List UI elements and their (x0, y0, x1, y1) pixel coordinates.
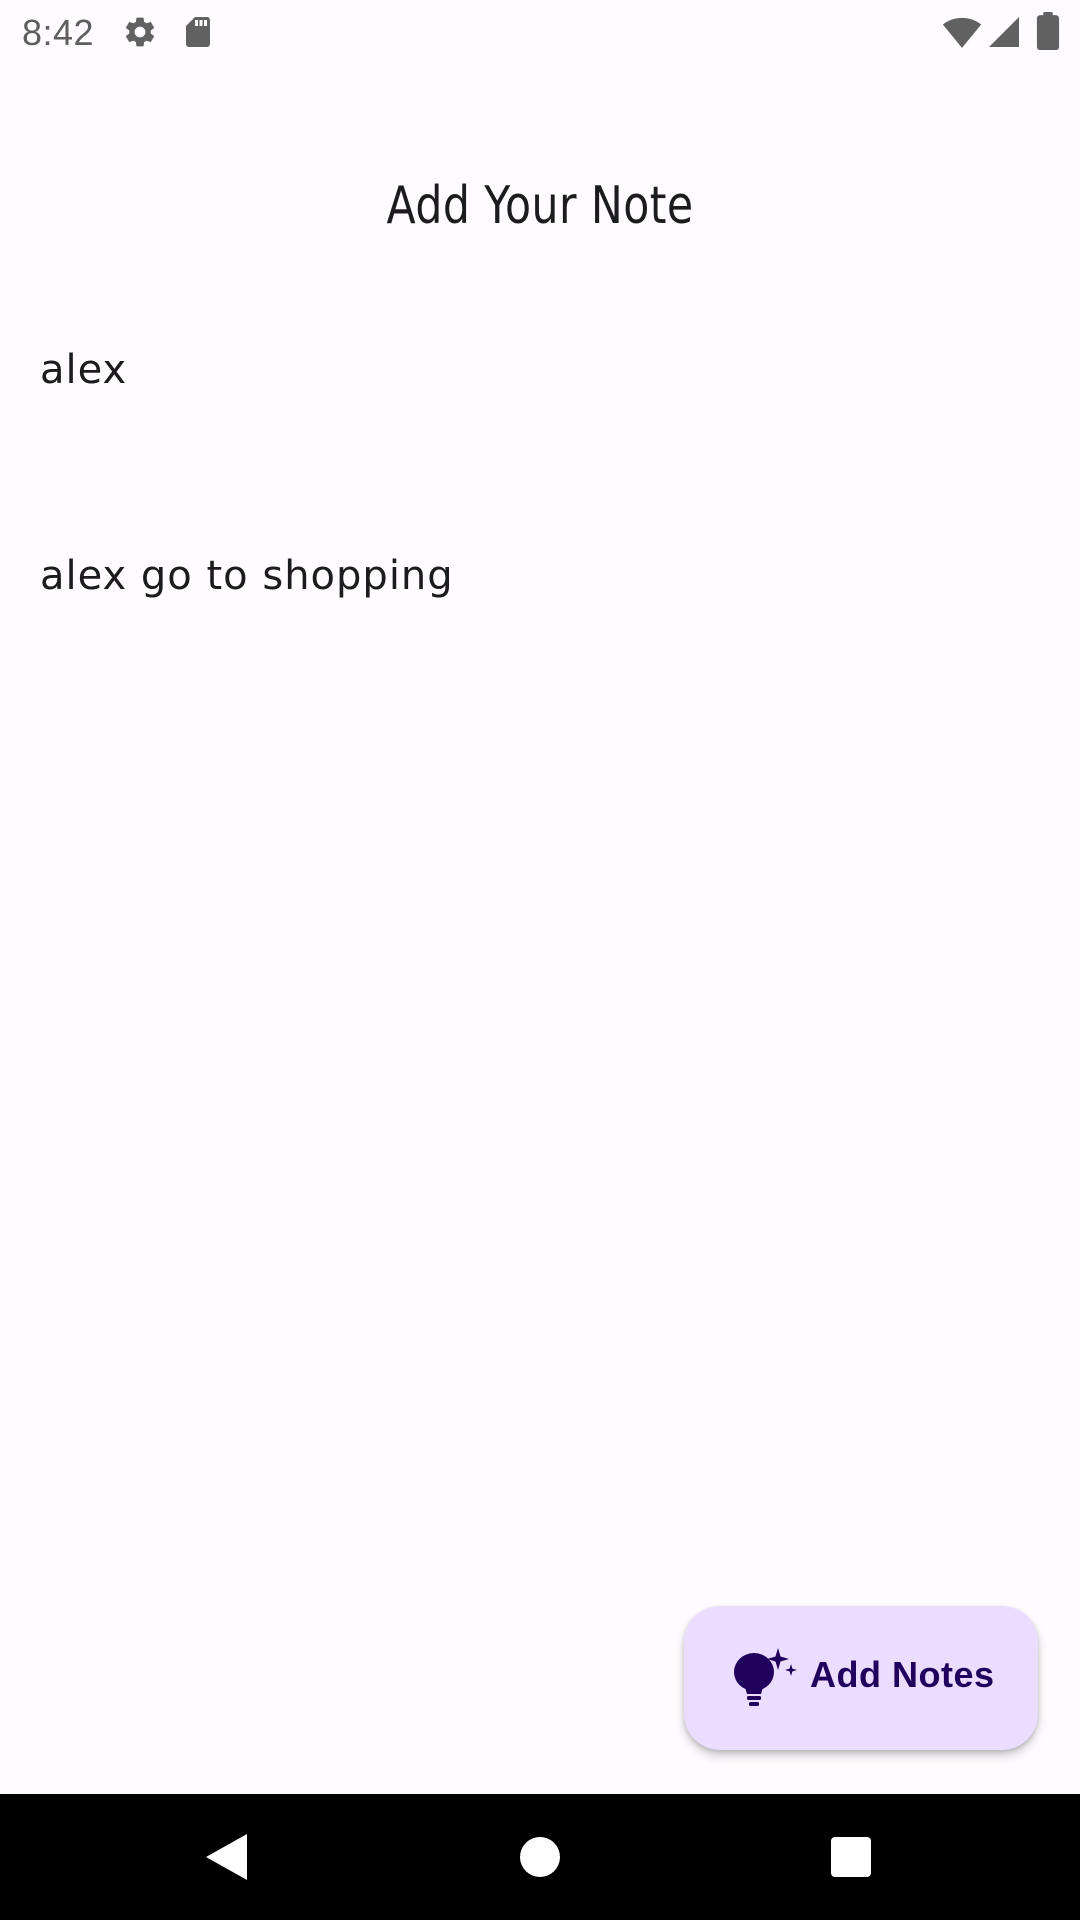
notes-list: alex alex go to shopping (0, 340, 1080, 752)
battery-icon (1034, 12, 1062, 50)
back-icon[interactable] (192, 1824, 258, 1890)
recents-icon[interactable] (818, 1824, 884, 1890)
wifi-icon (942, 12, 982, 52)
home-icon[interactable] (507, 1824, 573, 1890)
list-item[interactable]: alex go to shopping (0, 546, 1080, 752)
add-notes-label: Add Notes (810, 1654, 995, 1695)
status-bar: 8:42 (0, 0, 1080, 63)
signal-icon (986, 14, 1022, 50)
status-time: 8:42 (22, 12, 95, 53)
note-text: alex go to shopping (40, 553, 454, 599)
page-title: Add Your Note (386, 176, 694, 236)
note-text: alex (40, 347, 128, 393)
lightbulb-sparkle-icon (728, 1648, 798, 1710)
navigation-bar (0, 1794, 1080, 1920)
sd-card-icon (180, 14, 216, 50)
settings-icon (122, 14, 158, 50)
app-screen: 8:42 Add Your Note alex alex go to shopp… (0, 0, 1080, 1920)
list-item[interactable]: alex (0, 340, 1080, 546)
add-notes-button[interactable]: Add Notes (684, 1606, 1038, 1750)
